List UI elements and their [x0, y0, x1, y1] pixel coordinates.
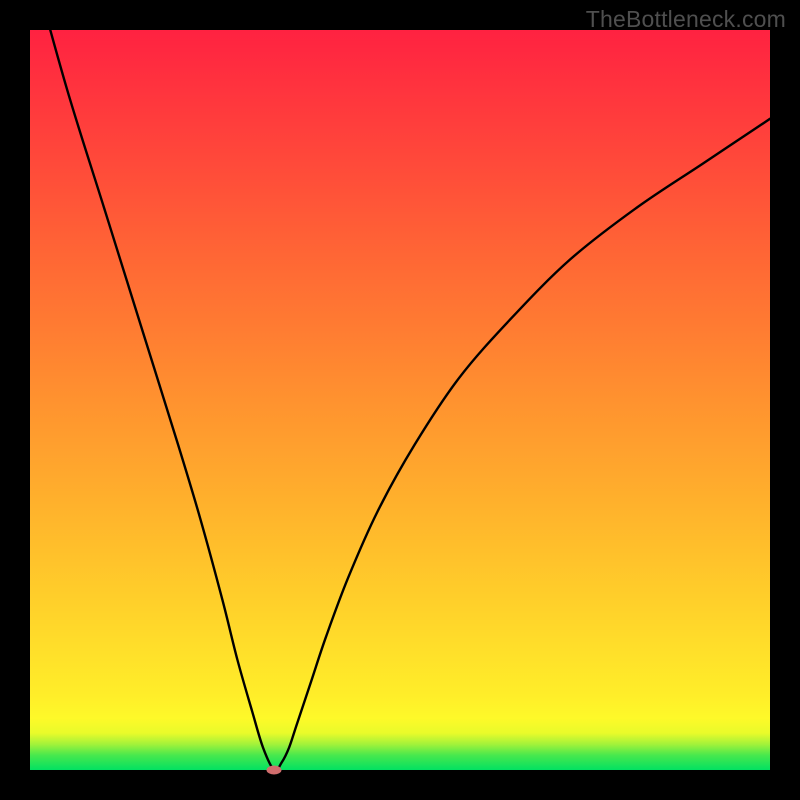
chart-frame: TheBottleneck.com	[0, 0, 800, 800]
bottleneck-curve	[30, 30, 770, 770]
minimum-marker	[267, 766, 282, 775]
plot-area	[30, 30, 770, 770]
watermark-text: TheBottleneck.com	[586, 6, 786, 33]
